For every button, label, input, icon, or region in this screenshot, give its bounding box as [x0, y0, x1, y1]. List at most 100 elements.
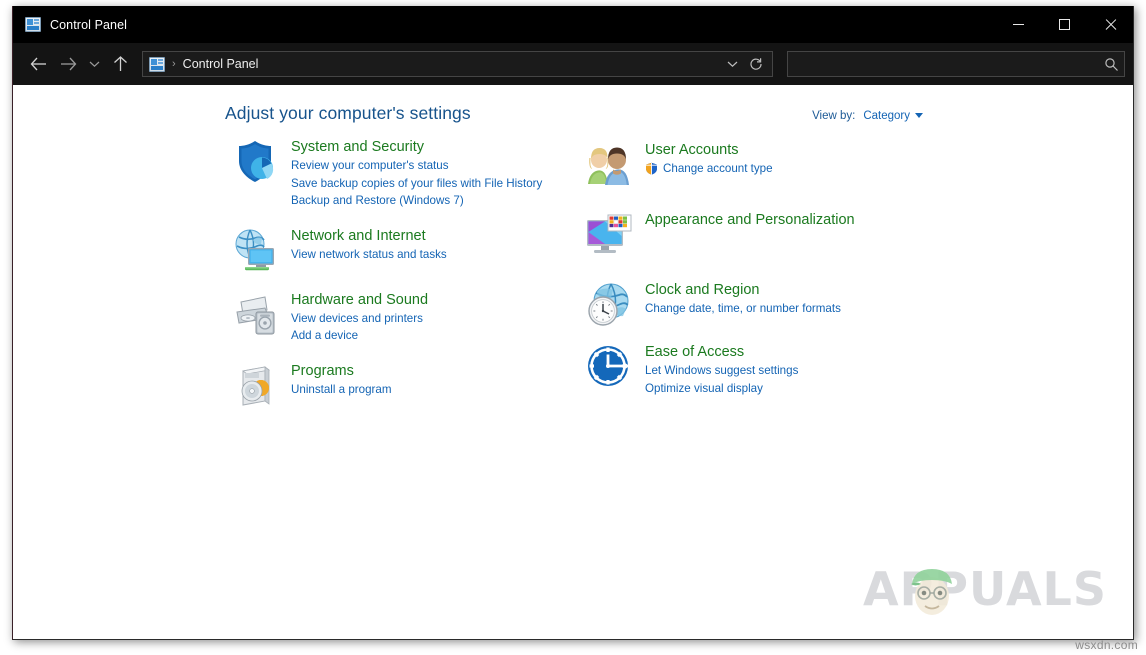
close-button[interactable]: [1087, 6, 1133, 43]
minimize-button[interactable]: [995, 6, 1041, 43]
category-body: Ease of Access Let Windows suggest setti…: [645, 342, 798, 397]
category-ease-of-access: Ease of Access Let Windows suggest setti…: [585, 342, 955, 397]
category-title[interactable]: User Accounts: [645, 141, 773, 160]
window-titlebar: Control Panel: [13, 6, 1133, 43]
link-text: Uninstall a program: [291, 382, 392, 396]
category-link[interactable]: Review your computer's status: [291, 157, 542, 175]
refresh-icon: [750, 58, 762, 70]
address-dropdown-button[interactable]: [720, 52, 744, 76]
category-body: User Accounts Change account type: [645, 140, 773, 178]
printer-speaker-icon: [231, 290, 279, 338]
category-title[interactable]: Network and Internet: [291, 227, 447, 246]
link-text: Add a device: [291, 329, 359, 342]
user-accounts-people-icon: [585, 140, 633, 188]
category-link[interactable]: Let Windows suggest settings: [645, 362, 798, 380]
up-button[interactable]: [105, 49, 135, 79]
category-title[interactable]: Clock and Region: [645, 281, 841, 300]
category-link[interactable]: Add a device: [291, 327, 428, 345]
category-title[interactable]: Ease of Access: [645, 343, 798, 362]
category-body: Appearance and Personalization: [645, 210, 855, 230]
category-link[interactable]: View network status and tasks: [291, 246, 447, 264]
category-link[interactable]: View devices and printers: [291, 310, 428, 328]
category-system-and-security: System and Security Review your computer…: [231, 137, 601, 210]
page-header: Adjust your computer's settings View by:…: [225, 103, 923, 124]
minimize-icon: [1012, 24, 1024, 25]
chevron-down-icon: [727, 61, 737, 68]
category-link[interactable]: Change date, time, or number formats: [645, 300, 841, 318]
content-area: Adjust your computer's settings View by:…: [13, 85, 1133, 638]
link-text: View devices and printers: [291, 311, 423, 325]
arrow-right-icon: [60, 57, 76, 71]
category-title[interactable]: System and Security: [291, 138, 542, 157]
window-title: Control Panel: [50, 17, 128, 32]
category-title[interactable]: Appearance and Personalization: [645, 211, 855, 230]
category-body: Hardware and Sound View devices and prin…: [291, 290, 428, 345]
view-by-label: View by:: [812, 110, 856, 122]
category-link[interactable]: Backup and Restore (Windows 7): [291, 192, 542, 210]
link-text: Change date, time, or number formats: [645, 302, 841, 315]
link-text: Optimize visual display: [645, 381, 763, 395]
category-title[interactable]: Hardware and Sound: [291, 291, 428, 310]
appuals-mascot-icon: [901, 560, 963, 622]
appuals-watermark: APPUALS: [863, 562, 1107, 616]
right-column: User Accounts Change account type Appear…: [585, 140, 955, 413]
view-by-value: Category: [863, 110, 910, 122]
watermark-text: APPUALS: [862, 562, 1107, 616]
category-user-accounts: User Accounts Change account type: [585, 140, 955, 188]
clock-globe-icon: [585, 280, 633, 328]
category-link[interactable]: Change account type: [645, 160, 773, 178]
link-text: Save backup copies of your files with Fi…: [291, 176, 543, 190]
category-hardware-and-sound: Hardware and Sound View devices and prin…: [231, 290, 601, 345]
page-title: Adjust your computer's settings: [225, 103, 471, 123]
recent-locations-button[interactable]: [83, 49, 105, 79]
titlebar-left: Control Panel: [13, 17, 127, 32]
caret-down-icon: [915, 112, 923, 118]
category-appearance-and-personalization: Appearance and Personalization: [585, 210, 955, 258]
view-by-control: View by: Category: [812, 110, 923, 122]
link-text: Backup and Restore (Windows 7): [291, 194, 464, 207]
search-input[interactable]: [788, 57, 1098, 71]
category-network-and-internet: Network and Internet View network status…: [231, 226, 601, 274]
search-box[interactable]: [787, 51, 1125, 77]
category-link[interactable]: Uninstall a program: [291, 381, 392, 399]
appearance-monitor-palette-icon: [585, 210, 633, 258]
arrow-left-icon: [30, 57, 46, 71]
view-by-dropdown[interactable]: Category: [863, 110, 923, 122]
window-controls: [995, 6, 1133, 43]
left-column: System and Security Review your computer…: [231, 137, 601, 425]
category-body: System and Security Review your computer…: [291, 137, 542, 210]
close-icon: [1104, 18, 1117, 31]
shield-security-icon: [231, 137, 279, 185]
screenshot-root: Control Panel › Control Panel Adjust you…: [0, 0, 1146, 655]
forward-button[interactable]: [53, 49, 83, 79]
category-body: Network and Internet View network status…: [291, 226, 447, 264]
category-link[interactable]: Optimize visual display: [645, 380, 798, 398]
category-title[interactable]: Programs: [291, 362, 392, 381]
address-control-panel-icon: [149, 56, 165, 72]
maximize-icon: [1058, 19, 1070, 30]
link-text: Review your computer's status: [291, 159, 449, 172]
control-panel-window: Control Panel › Control Panel Adjust you…: [12, 6, 1134, 640]
programs-disc-icon: [231, 361, 279, 409]
link-text: Let Windows suggest settings: [645, 364, 799, 377]
breadcrumb-separator: ›: [172, 58, 176, 70]
maximize-button[interactable]: [1041, 6, 1087, 43]
uac-shield-icon: [645, 162, 658, 175]
network-globe-monitor-icon: [231, 226, 279, 274]
ease-of-access-clock-icon: [585, 342, 633, 390]
back-button[interactable]: [23, 49, 53, 79]
breadcrumb-control-panel[interactable]: Control Panel: [183, 57, 720, 71]
refresh-button[interactable]: [744, 52, 768, 76]
chevron-down-icon: [89, 61, 99, 68]
search-icon[interactable]: [1098, 57, 1124, 72]
category-clock-and-region: Clock and Region Change date, time, or n…: [585, 280, 955, 328]
arrow-up-icon: [113, 56, 127, 71]
category-link[interactable]: Save backup copies of your files with Fi…: [291, 175, 542, 193]
control-panel-icon: [25, 17, 41, 32]
site-tag: wsxdn.com: [1075, 638, 1138, 652]
navigation-bar: › Control Panel: [13, 43, 1133, 85]
category-body: Clock and Region Change date, time, or n…: [645, 280, 841, 318]
address-bar[interactable]: › Control Panel: [142, 51, 773, 77]
link-text: Change account type: [663, 162, 773, 175]
category-body: Programs Uninstall a program: [291, 361, 392, 399]
